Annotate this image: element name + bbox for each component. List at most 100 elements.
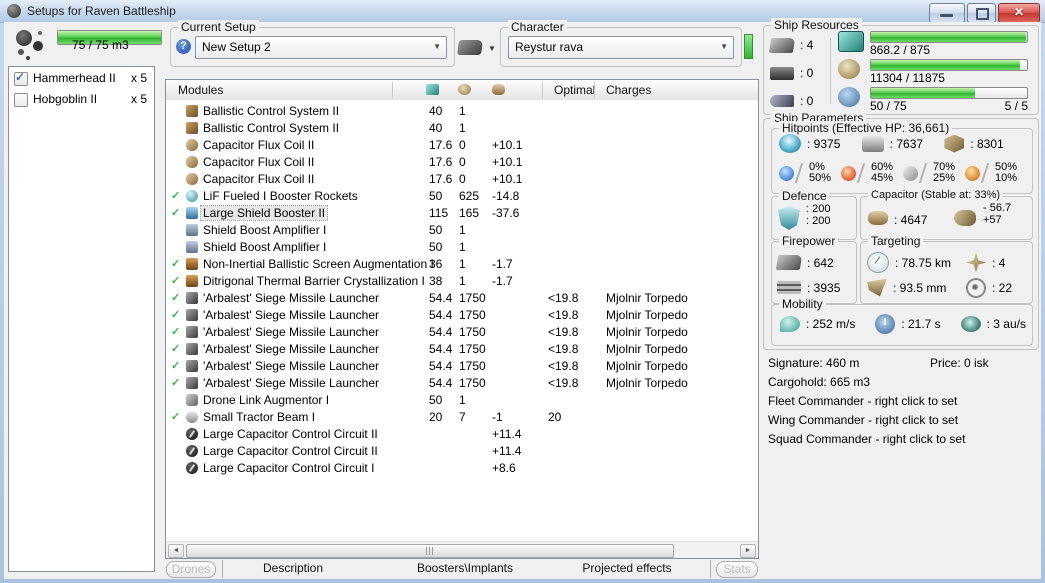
module-row[interactable]: Capacitor Flux Coil II 17.6 0 +10.1 [166, 171, 758, 188]
window-title: Setups for Raven Battleship [27, 4, 176, 18]
scrollbar-thumb[interactable] [186, 544, 674, 558]
eft-window: Setups for Raven Battleship ✕ 75 / 75 m3… [0, 0, 1045, 583]
module-row[interactable]: ✓ 'Arbalest' Siege Missile Launcher 54.4… [166, 358, 758, 375]
current-setup-label: Current Setup [178, 20, 259, 34]
modules-panel: Modules Optimal Charges Ballistic Contro… [165, 79, 759, 559]
module-row[interactable]: Shield Boost Amplifier I 50 1 [166, 239, 758, 256]
optimal-column-header[interactable]: Optimal [554, 83, 595, 97]
bottom-tab[interactable]: Projected effects [568, 561, 686, 576]
defence-value-2: : 200 [806, 215, 831, 227]
powergrid-column-icon[interactable] [458, 84, 471, 95]
modules-header[interactable]: Modules Optimal Charges [166, 80, 758, 101]
module-row[interactable]: Shield Boost Amplifier I 50 1 [166, 222, 758, 239]
bottom-tab[interactable]: Boosters\Implants [400, 561, 530, 576]
fleet-commander-text[interactable]: Fleet Commander - right click to set [768, 394, 957, 408]
character-label: Character [508, 20, 567, 34]
module-row[interactable]: Capacitor Flux Coil II 17.6 0 +10.1 [166, 154, 758, 171]
module-row[interactable]: ✓ 'Arbalest' Siege Missile Launcher 54.4… [166, 290, 758, 307]
module-row[interactable]: Ballistic Control System II 40 1 [166, 103, 758, 120]
drone-list[interactable]: ✓ Hammerhead II x 5 ✓ Hobgoblin II x 5 [8, 66, 155, 572]
setup-tools-dropdown-icon[interactable]: ▼ [488, 44, 496, 53]
drone-list-item[interactable]: ✓ Hobgoblin II x 5 [9, 91, 154, 109]
module-charge: Mjolnir Torpedo [606, 376, 688, 390]
module-name: Large Capacitor Control Circuit I [203, 461, 375, 475]
charges-column-header[interactable]: Charges [606, 83, 651, 97]
module-row[interactable]: ✓ Ditrigonal Thermal Barrier Crystalliza… [166, 273, 758, 290]
module-icon [186, 394, 198, 406]
module-row[interactable]: Large Capacitor Control Circuit II +11.4 [166, 426, 758, 443]
module-optimal: <19.8 [548, 291, 579, 305]
module-powergrid: 1750 [459, 308, 486, 322]
bottom-tab[interactable]: Stats [716, 561, 758, 578]
module-row[interactable]: ✓ Non-Inertial Ballistic Screen Augmenta… [166, 256, 758, 273]
hitpoint-icon [861, 135, 884, 152]
hitpoint-value: : 8301 [970, 136, 1004, 151]
drone-list-item[interactable]: ✓ Hammerhead II x 5 [9, 70, 154, 88]
squad-commander-text[interactable]: Squad Commander - right click to set [768, 432, 965, 446]
module-cap-effect: +10.1 [492, 155, 523, 169]
module-cap-effect: +10.1 [492, 172, 523, 186]
module-row[interactable]: Large Capacitor Control Circuit I +8.6 [166, 460, 758, 477]
modules-column-header[interactable]: Modules [178, 83, 223, 97]
bottom-tab[interactable]: Drones [166, 561, 216, 578]
resist-group: 60% 45% [841, 162, 903, 184]
drone-checkbox[interactable]: ✓ [14, 70, 28, 86]
module-row[interactable]: Ballistic Control System II 40 1 [166, 120, 758, 137]
module-icon [186, 207, 198, 219]
capacitor-column-icon[interactable] [492, 84, 505, 95]
module-optimal: 20 [548, 410, 562, 424]
wing-commander-text[interactable]: Wing Commander - right click to set [768, 413, 958, 427]
active-check-icon: ✓ [171, 190, 181, 202]
minimize-button[interactable] [929, 3, 965, 23]
module-row[interactable]: ✓ 'Arbalest' Siege Missile Launcher 54.4… [166, 324, 758, 341]
tab-divider [222, 560, 223, 578]
drone-checkbox[interactable]: ✓ [14, 93, 28, 107]
module-row[interactable]: ✓ Large Shield Booster II 115 165 -37.6 [166, 205, 758, 222]
module-row[interactable]: Capacitor Flux Coil II 17.6 0 +10.1 [166, 137, 758, 154]
module-row[interactable]: Drone Link Augmentor I 50 1 [166, 392, 758, 409]
module-icon [186, 445, 198, 457]
maximize-button[interactable] [967, 3, 996, 23]
module-icon [186, 258, 198, 270]
resist-values: 0% 50% [809, 162, 831, 184]
damage-type-icon [903, 166, 918, 181]
module-row[interactable]: ✓ 'Arbalest' Siege Missile Launcher 54.4… [166, 307, 758, 324]
module-row[interactable]: ✓ 'Arbalest' Siege Missile Launcher 54.4… [166, 375, 758, 392]
module-icon [186, 173, 198, 185]
setup-select[interactable]: New Setup 2 ▼ [195, 36, 447, 59]
scrollbar-grip-icon [426, 547, 435, 555]
scroll-left-button[interactable]: ◄ [168, 544, 184, 558]
scroll-right-button[interactable]: ► [740, 544, 756, 558]
horizontal-scrollbar[interactable]: ◄ ► [166, 541, 758, 558]
module-name: Ditrigonal Thermal Barrier Crystallizati… [203, 274, 425, 288]
module-cpu: 17.6 [429, 138, 453, 152]
module-powergrid: 1750 [459, 325, 486, 339]
module-name: LiF Fueled I Booster Rockets [203, 189, 358, 203]
defence-title: Defence [779, 189, 830, 203]
module-row[interactable]: ✓ Small Tractor Beam I 20 7 -1 20 [166, 409, 758, 426]
cpu-column-icon[interactable] [426, 84, 439, 95]
targeting-group: Targeting : 78.75 km : 4 : 93.5 mm : 22 [860, 234, 1033, 304]
damage-type-icon [841, 166, 856, 181]
module-row[interactable]: Large Capacitor Control Circuit II +11.4 [166, 443, 758, 460]
character-select[interactable]: Reystur rava ▼ [508, 36, 734, 59]
resource-bar-fill [871, 32, 1026, 42]
firepower-group: Firepower : 642 : 3935 [771, 234, 857, 304]
module-icon [186, 360, 198, 372]
module-icon [186, 411, 198, 423]
module-cpu: 54.4 [429, 308, 453, 322]
capacitor-recharge-icon [954, 210, 976, 226]
module-name: 'Arbalest' Siege Missile Launcher [203, 342, 380, 356]
module-cap-effect: +10.1 [492, 138, 523, 152]
close-button[interactable]: ✕ [998, 3, 1040, 23]
module-cap-effect: +8.6 [492, 461, 516, 475]
help-icon[interactable]: ? [176, 39, 191, 54]
module-row[interactable]: ✓ LiF Fueled I Booster Rockets 50 625 -1… [166, 188, 758, 205]
bottom-tab[interactable]: Description [238, 561, 348, 576]
setup-tools-button[interactable] [456, 40, 484, 55]
hitpoint-icon [779, 134, 801, 153]
module-row[interactable]: ✓ 'Arbalest' Siege Missile Launcher 54.4… [166, 341, 758, 358]
tab-divider [710, 560, 711, 578]
resource-extra-value: 5 / 5 [1004, 99, 1028, 113]
module-powergrid: 1 [459, 121, 466, 135]
